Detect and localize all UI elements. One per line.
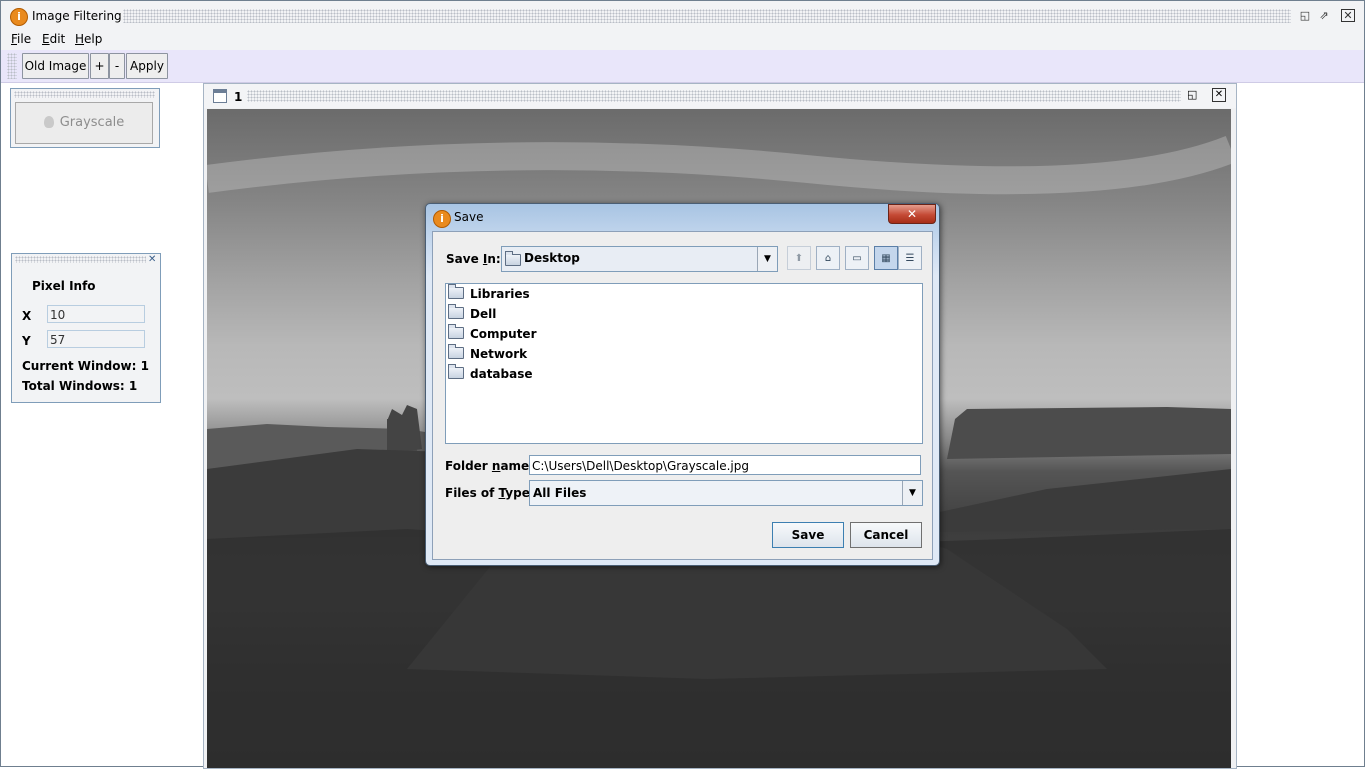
old-image-button[interactable]: Old Image	[22, 53, 89, 79]
app-titlebar: i Image Filtering ◱ ⇗ ✕	[1, 1, 1364, 29]
toolbar: Old Image + - Apply	[1, 50, 1364, 83]
home-button[interactable]: ⌂	[816, 246, 840, 270]
menu-edit[interactable]: Edit	[42, 32, 65, 46]
dialog-title: Save	[454, 210, 484, 224]
pixel-info-panel: ✕ Pixel Info X 10 Y 57 Current Window: 1…	[11, 253, 161, 403]
list-item[interactable]: database	[448, 364, 533, 383]
folder-icon	[505, 251, 521, 266]
minimize-icon[interactable]: ◱	[1298, 9, 1312, 22]
folder-icon	[448, 324, 464, 339]
app-logo-icon: i	[10, 8, 28, 26]
current-window-info: Current Window: 1	[22, 359, 149, 373]
save-dialog: i Save ✕ Save In: Desktop ▼ ⬆ ⌂ ▭ ▦ ☰ Li…	[425, 203, 940, 566]
zoom-in-button[interactable]: +	[90, 53, 109, 79]
panel-grip[interactable]	[14, 91, 155, 98]
panel-grip[interactable]	[15, 256, 146, 263]
x-label: X	[22, 309, 32, 323]
titlebar-grip[interactable]	[123, 9, 1291, 23]
zoom-out-button[interactable]: -	[109, 53, 125, 79]
dialog-body: Save In: Desktop ▼ ⬆ ⌂ ▭ ▦ ☰ Libraries D…	[432, 231, 933, 560]
folder-icon	[448, 364, 464, 379]
internal-frame-title: 1	[234, 90, 243, 104]
apply-button[interactable]: Apply	[126, 53, 168, 79]
folder-icon	[448, 344, 464, 359]
save-in-combo[interactable]: Desktop ▼	[501, 246, 778, 272]
folder-name-label: Folder name:	[445, 459, 534, 473]
details-view-button[interactable]: ☰	[898, 246, 922, 270]
frame-close-icon[interactable]: ✕	[1212, 88, 1226, 102]
maximize-icon[interactable]: ⇗	[1317, 9, 1331, 22]
list-view-button[interactable]: ▦	[874, 246, 898, 270]
y-label: Y	[22, 334, 31, 348]
lightbulb-icon	[43, 116, 54, 128]
list-item[interactable]: Dell	[448, 304, 496, 323]
filters-panel: Grayscale	[10, 88, 160, 148]
folder-icon	[448, 304, 464, 319]
folder-icon	[448, 284, 464, 299]
save-in-label: Save In:	[446, 252, 501, 266]
y-field[interactable]: 57	[47, 330, 145, 348]
x-field[interactable]: 10	[47, 305, 145, 323]
folder-name-field[interactable]: C:\Users\Dell\Desktop\Grayscale.jpg	[529, 455, 921, 475]
up-folder-button[interactable]: ⬆	[787, 246, 811, 270]
new-folder-button[interactable]: ▭	[845, 246, 869, 270]
menubar: File Edit Help	[1, 29, 1364, 50]
file-list[interactable]: Libraries Dell Computer Network database	[445, 283, 923, 444]
internal-frame-titlebar: 1 ◱ ✕	[204, 84, 1236, 108]
grayscale-button[interactable]: Grayscale	[15, 102, 153, 144]
chevron-down-icon[interactable]: ▼	[902, 481, 922, 505]
close-icon[interactable]: ✕	[1341, 9, 1355, 22]
list-item[interactable]: Network	[448, 344, 527, 363]
frame-restore-icon[interactable]: ◱	[1187, 88, 1197, 101]
files-of-type-value: All Files	[533, 486, 587, 500]
list-item[interactable]: Computer	[448, 324, 536, 343]
pixel-info-title: Pixel Info	[32, 279, 96, 293]
chevron-down-icon[interactable]: ▼	[757, 247, 777, 271]
toolbar-grip[interactable]	[7, 53, 17, 79]
files-of-type-combo[interactable]: All Files ▼	[529, 480, 923, 506]
app-title: Image Filtering	[32, 9, 122, 23]
panel-close-icon[interactable]: ✕	[148, 254, 156, 265]
total-windows-info: Total Windows: 1	[22, 379, 138, 393]
files-of-type-label: Files of Type:	[445, 486, 535, 500]
dialog-app-icon: i	[433, 210, 451, 228]
menu-file[interactable]: File	[11, 32, 31, 46]
grayscale-label: Grayscale	[59, 115, 125, 130]
list-item[interactable]: Libraries	[448, 284, 530, 303]
menu-help[interactable]: Help	[75, 32, 102, 46]
save-in-value: Desktop	[524, 251, 580, 265]
internal-frame-grip[interactable]	[247, 90, 1181, 102]
cancel-button[interactable]: Cancel	[850, 522, 922, 548]
dialog-close-button[interactable]: ✕	[888, 204, 936, 224]
frame-window-icon	[213, 89, 227, 103]
save-button[interactable]: Save	[772, 522, 844, 548]
